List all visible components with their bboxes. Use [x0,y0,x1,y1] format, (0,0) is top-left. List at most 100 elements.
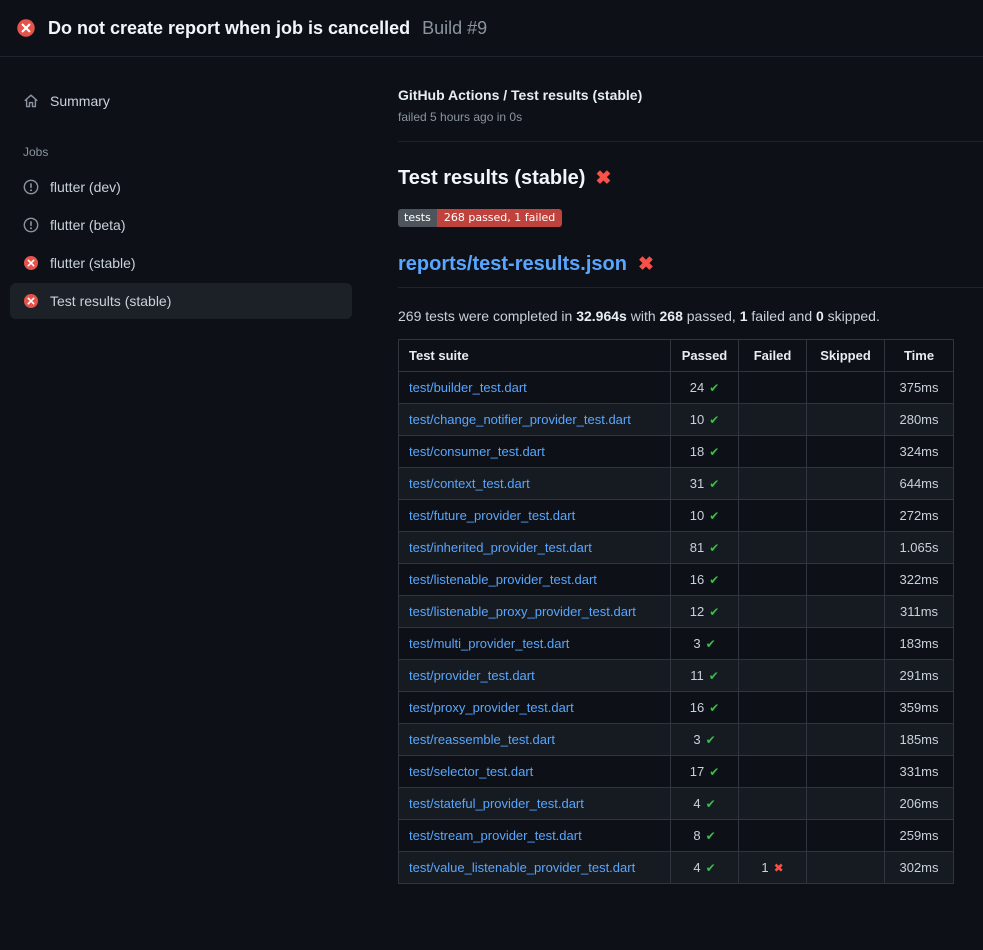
time-cell: 272ms [885,500,954,532]
test-suite-link[interactable]: test/reassemble_test.dart [409,732,555,747]
time-cell: 644ms [885,468,954,500]
passed-cell-value: 12 [690,604,704,619]
sidebar-item-flutter-beta[interactable]: flutter (beta) [10,207,352,243]
failed-cell [739,628,807,660]
build-number: Build #9 [422,18,487,39]
check-run-title: Do not create report when job is cancell… [48,18,410,39]
test-results-table: Test suite Passed Failed Skipped Time te… [398,339,954,884]
suite-cell: test/value_listenable_provider_test.dart [399,852,671,884]
breadcrumb: GitHub Actions / Test results (stable) [398,87,983,103]
skipped-cell [807,724,885,756]
check-icon: ✔ [709,701,719,715]
passed-cell: 11✔ [671,660,739,692]
suite-cell: test/listenable_provider_test.dart [399,564,671,596]
failed-cell [739,820,807,852]
summary-passed-count: 268 [660,308,683,324]
sidebar-item-label: flutter (stable) [50,255,136,271]
test-suite-link[interactable]: test/builder_test.dart [409,380,527,395]
sidebar-item-summary[interactable]: Summary [10,83,352,119]
check-run-header: Do not create report when job is cancell… [0,0,983,57]
sidebar-item-flutter-stable[interactable]: flutter (stable) [10,245,352,281]
failed-cell [739,372,807,404]
table-row: test/consumer_test.dart18✔324ms [399,436,954,468]
passed-cell-value: 18 [690,444,704,459]
column-header-test-suite: Test suite [399,340,671,372]
test-suite-link[interactable]: test/multi_provider_test.dart [409,636,569,651]
sidebar-item-test-results-stable[interactable]: Test results (stable) [10,283,352,319]
passed-cell-value: 10 [690,508,704,523]
passed-cell: 3✔ [671,724,739,756]
check-icon: ✔ [709,381,719,395]
cross-icon: ✖ [774,861,784,875]
skipped-cell [807,660,885,692]
x-circle-fill-icon [16,18,36,38]
passed-cell: 16✔ [671,564,739,596]
passed-cell: 16 ✔ [671,692,739,724]
test-suite-link[interactable]: test/listenable_proxy_provider_test.dart [409,604,636,619]
sidebar-item-label: flutter (beta) [50,217,125,233]
column-header-passed: Passed [671,340,739,372]
passed-cell-value: 4 [693,796,700,811]
sidebar-item-flutter-dev[interactable]: flutter (dev) [10,169,352,205]
main-content: GitHub Actions / Test results (stable) f… [382,57,983,950]
time-cell: 331ms [885,756,954,788]
failed-cell [739,532,807,564]
check-icon: ✔ [709,765,719,779]
test-suite-link[interactable]: test/future_provider_test.dart [409,508,575,523]
passed-cell: 12✔ [671,596,739,628]
summary-text: skipped. [824,308,880,324]
check-icon: ✔ [709,573,719,587]
table-header-row: Test suite Passed Failed Skipped Time [399,340,954,372]
failed-cell [739,596,807,628]
failed-cell [739,788,807,820]
passed-cell: 31✔ [671,468,739,500]
test-suite-link[interactable]: test/consumer_test.dart [409,444,545,459]
test-suite-link[interactable]: test/proxy_provider_test.dart [409,700,574,715]
test-suite-link[interactable]: test/value_listenable_provider_test.dart [409,860,635,875]
report-title-link[interactable]: reports/test-results.json [398,253,627,276]
test-suite-link[interactable]: test/stream_provider_test.dart [409,828,582,843]
failed-cell [739,468,807,500]
skipped-cell [807,788,885,820]
test-suite-link[interactable]: test/context_test.dart [409,476,530,491]
time-cell-value: 183ms [899,636,938,651]
check-icon: ✔ [709,509,719,523]
test-suite-link[interactable]: test/listenable_provider_test.dart [409,572,597,587]
table-row: test/builder_test.dart 24 ✔ 375ms [399,372,954,404]
time-cell: 375ms [885,372,954,404]
run-meta: failed 5 hours ago in 0s [398,110,983,124]
test-suite-link[interactable]: test/change_notifier_provider_test.dart [409,412,631,427]
time-cell-value: 311ms [900,604,938,619]
passed-cell: 4✔ [671,852,739,884]
table-row: test/selector_test.dart17✔331ms [399,756,954,788]
time-cell-value: 1.065s [899,540,938,555]
passed-cell: 18✔ [671,436,739,468]
test-suite-link[interactable]: test/selector_test.dart [409,764,533,779]
test-suite-link[interactable]: test/stateful_provider_test.dart [409,796,584,811]
report-title-row: reports/test-results.json ✖ [398,253,983,288]
passed-cell: 81✔ [671,532,739,564]
table-row: test/provider_test.dart11✔291ms [399,660,954,692]
time-cell-value: 375ms [899,380,938,395]
skipped-cell [807,468,885,500]
suite-cell: test/future_provider_test.dart [399,500,671,532]
suite-cell: test/builder_test.dart [399,372,671,404]
suite-cell: test/change_notifier_provider_test.dart [399,404,671,436]
test-suite-link[interactable]: test/provider_test.dart [409,668,535,683]
time-cell-value: 259ms [899,828,938,843]
passed-cell-value: 16 [690,700,704,715]
exclamation-circle-icon [23,217,39,233]
test-suite-link[interactable]: test/inherited_provider_test.dart [409,540,592,555]
skipped-cell [807,596,885,628]
skipped-cell [807,820,885,852]
suite-cell: test/stateful_provider_test.dart [399,788,671,820]
passed-cell-value: 81 [690,540,704,555]
home-icon [23,93,39,109]
suite-cell: test/context_test.dart [399,468,671,500]
skipped-cell [807,404,885,436]
time-cell: 1.065s [885,532,954,564]
failed-cell [739,500,807,532]
passed-cell-value: 24 [690,380,704,395]
time-cell-value: 280ms [899,412,938,427]
check-icon: ✔ [706,733,716,747]
